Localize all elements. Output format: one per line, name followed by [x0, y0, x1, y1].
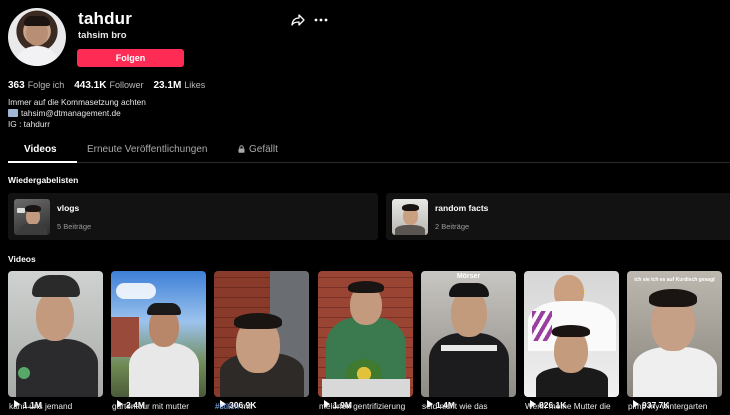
playlist-count: 2 Beiträge [435, 222, 470, 231]
playlists-title: Wiedergabelisten [8, 175, 79, 185]
hashtag-link[interactable]: #stitch [215, 401, 239, 411]
video-caption[interactable]: kann uns jemand [9, 401, 109, 411]
tab-videos[interactable]: Videos [24, 144, 57, 155]
stat-followers[interactable]: 443.1K Follower [74, 80, 143, 91]
bio: Immer auf die Kommasetzung achten tahsim… [8, 97, 146, 130]
more-icon[interactable] [313, 13, 329, 27]
video-thumbnail [214, 271, 309, 397]
username: tahdur [78, 9, 133, 28]
overlay-text: ich sie ich es auf Kurdisch gesagt [634, 277, 715, 283]
tab-reposts[interactable]: Erneute Veröffentlichungen [87, 144, 207, 155]
video-thumbnail: Mörser [421, 271, 516, 397]
nickname: tahsim bro [78, 30, 127, 41]
avatar[interactable] [8, 8, 66, 66]
profile-stats: 363 Folge ich 443.1K Follower 23.1M Likes [8, 80, 205, 91]
video-card[interactable]: 1.9M melonen gentrifizierung [318, 271, 413, 415]
playlist-thumbnail [392, 199, 428, 235]
profile-header: tahdur tahsim bro Folgen [8, 8, 728, 78]
video-thumbnail [111, 271, 206, 397]
bio-line: Immer auf die Kommasetzung achten [8, 97, 146, 107]
playlist-card[interactable]: vlogs 5 Beiträge [8, 193, 378, 240]
video-card[interactable]: 1.1M kann uns jemand [8, 271, 103, 415]
video-card[interactable]: Dominik 826.1K Wenn meine Mutter die [524, 271, 619, 415]
stat-following[interactable]: 363 Folge ich [8, 80, 64, 91]
playlist-title: random facts [435, 203, 489, 213]
playlist-title: vlogs [57, 203, 80, 213]
playlist-card[interactable]: random facts 2 Beiträge [386, 193, 730, 240]
video-thumbnail [8, 271, 103, 397]
video-card[interactable]: 2.4M gartentour mit mutter [111, 271, 206, 415]
video-caption[interactable]: pimp my wintergarten [628, 401, 728, 411]
bio-instagram-line: IG : tahdurr [8, 119, 50, 129]
lock-icon [238, 145, 245, 153]
stat-likes: 23.1M Likes [153, 80, 206, 91]
video-caption[interactable]: gartentour mit mutter [112, 401, 212, 411]
video-grid: 1.1M kann uns jemand 2.4M gartentour mit… [8, 271, 730, 415]
profile-tabs: Videos Erneute Veröffentlichungen Gefäll… [8, 139, 730, 163]
share-icon[interactable] [291, 13, 305, 27]
video-caption[interactable]: #stitch mit [215, 401, 315, 411]
tab-liked[interactable]: Gefällt [238, 144, 278, 155]
follow-button[interactable]: Folgen [77, 49, 184, 67]
playlist-thumbnail [14, 199, 50, 235]
video-thumbnail [318, 271, 413, 397]
video-caption[interactable]: melonen gentrifizierung [319, 401, 419, 411]
active-tab-indicator [8, 161, 77, 163]
video-thumbnail: Dominik [524, 271, 619, 397]
video-caption[interactable]: Wenn meine Mutter die [525, 401, 625, 411]
video-caption[interactable]: seid nicht wie das [422, 401, 522, 411]
bio-email-line: tahsim@dtmanagement.de [8, 108, 146, 119]
envelope-icon [8, 109, 18, 117]
video-card[interactable]: ich sie ich es auf Kurdisch gesagt 937.7… [627, 271, 722, 415]
overlay-text: Mörser [456, 273, 481, 280]
video-card[interactable]: Mörser 1.4M seid nicht wie das [421, 271, 516, 415]
videos-title: Videos [8, 254, 36, 264]
video-card[interactable]: 306.9K #stitch mit [214, 271, 309, 415]
playlist-count: 5 Beiträge [57, 222, 92, 231]
video-thumbnail: ich sie ich es auf Kurdisch gesagt [627, 271, 722, 397]
